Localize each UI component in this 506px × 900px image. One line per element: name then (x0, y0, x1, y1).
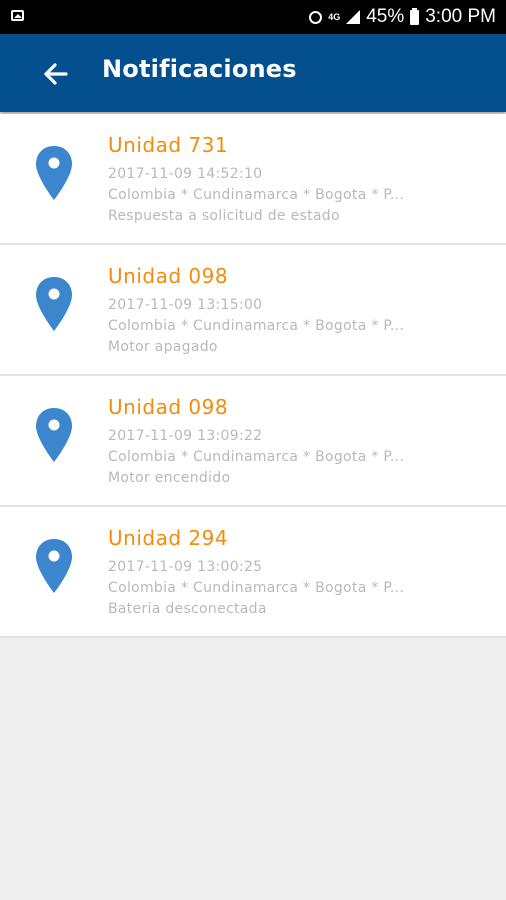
notification-datetime: 2017-11-09 14:52:10 (108, 166, 263, 182)
notification-list: Unidad 731 2017-11-09 14:52:10 Colombia … (0, 114, 506, 638)
notification-item[interactable]: Unidad 098 2017-11-09 13:09:22 Colombia … (0, 376, 506, 507)
notification-unit: Unidad 098 (108, 395, 229, 419)
notification-item[interactable]: Unidad 294 2017-11-09 13:00:25 Colombia … (0, 507, 506, 638)
notification-datetime: 2017-11-09 13:00:25 (108, 559, 263, 575)
back-button[interactable] (38, 56, 74, 92)
page-title: Notificaciones (102, 55, 297, 83)
notification-datetime: 2017-11-09 13:15:00 (108, 297, 263, 313)
notification-datetime: 2017-11-09 13:09:22 (108, 428, 263, 444)
status-bar-right: 4G 45% 3:00 PM (303, 4, 496, 30)
notification-location: Colombia * Cundinamarca * Bogota * P... (108, 187, 405, 203)
battery-icon (410, 7, 420, 25)
location-pin-icon (36, 539, 72, 593)
notification-unit: Unidad 731 (108, 133, 229, 157)
location-pin-icon (36, 146, 72, 200)
notification-location: Colombia * Cundinamarca * Bogota * P... (108, 580, 405, 596)
notification-unit: Unidad 294 (108, 526, 229, 550)
notification-location: Colombia * Cundinamarca * Bogota * P... (108, 318, 405, 334)
notification-message: Motor apagado (108, 339, 218, 355)
notification-location: Colombia * Cundinamarca * Bogota * P... (108, 449, 405, 465)
battery-percent: 45% (366, 6, 405, 27)
network-4g-icon: 4G (328, 11, 341, 22)
signal-icon (346, 10, 361, 24)
location-pin-icon (36, 408, 72, 462)
location-pin-icon (36, 277, 72, 331)
notification-unit: Unidad 098 (108, 264, 229, 288)
notification-message: Respuesta a solicitud de estado (108, 208, 340, 224)
notification-message: Bateria desconectada (108, 601, 267, 617)
alarm-icon (309, 10, 323, 24)
gallery-icon (11, 10, 24, 21)
status-time: 3:00 PM (425, 6, 496, 27)
notification-message: Motor encendido (108, 470, 231, 486)
status-bar: 4G 45% 3:00 PM (0, 0, 506, 34)
arrow-back-icon (44, 63, 68, 85)
app-bar: Notificaciones (0, 34, 506, 112)
notification-item[interactable]: Unidad 098 2017-11-09 13:15:00 Colombia … (0, 245, 506, 376)
notification-item[interactable]: Unidad 731 2017-11-09 14:52:10 Colombia … (0, 114, 506, 245)
